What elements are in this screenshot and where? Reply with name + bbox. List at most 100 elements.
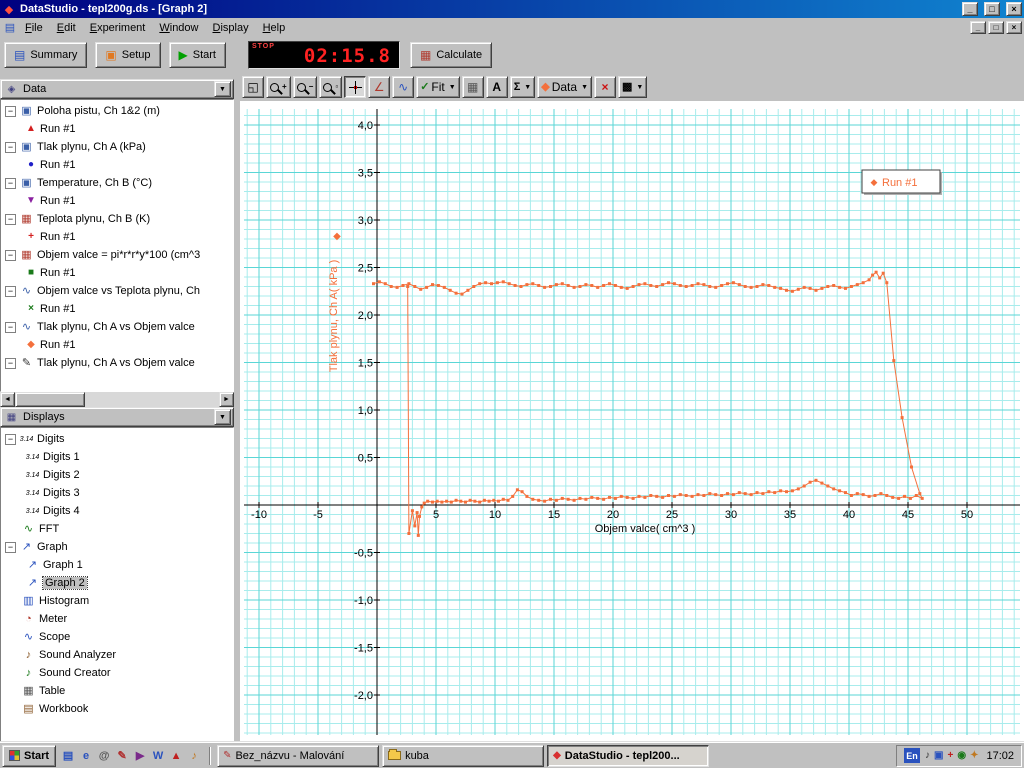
child-window-icon[interactable]: ▤ bbox=[2, 21, 18, 34]
display-tree-child-item[interactable]: ↗ Graph 2 bbox=[1, 574, 233, 592]
mdi-restore-button[interactable]: □ bbox=[988, 21, 1004, 34]
run-item[interactable]: ■ Run #1 bbox=[1, 264, 233, 282]
display-tree-child-item[interactable]: 3.14 Digits 4 bbox=[1, 502, 233, 520]
scheduler-icon[interactable]: ◉ bbox=[957, 750, 966, 761]
expand-collapse-box[interactable]: − bbox=[5, 285, 16, 297]
maximize-button[interactable]: □ bbox=[984, 2, 1000, 16]
music-icon[interactable]: ♪ bbox=[185, 746, 203, 766]
run-item[interactable]: ▲ Run #1 bbox=[1, 120, 233, 138]
menu-item-display[interactable]: Display bbox=[206, 20, 256, 36]
expand-collapse-box[interactable]: − bbox=[5, 105, 16, 117]
scrollbar-track[interactable] bbox=[85, 392, 219, 407]
y-axis-title[interactable]: Tlak plynu, Ch A( kPa ) bbox=[328, 260, 340, 373]
displays-panel-menu-button[interactable]: ▼ bbox=[214, 409, 231, 425]
keyboard-layout-indicator[interactable]: En bbox=[904, 748, 921, 763]
task-button[interactable]: ◆ DataStudio - tepl200... bbox=[547, 744, 710, 767]
display-tree-item[interactable]: ▦ Table bbox=[1, 682, 233, 700]
data-tree-item[interactable]: − ∿ Tlak plynu, Ch A vs Objem valce bbox=[1, 318, 233, 336]
run-item[interactable]: ◆ Run #1 bbox=[1, 336, 233, 354]
data-tree-item[interactable]: − ▣ Poloha pistu, Ch 1&2 (m) bbox=[1, 102, 233, 120]
messenger-icon[interactable]: ✦ bbox=[970, 750, 978, 761]
menu-item-help[interactable]: Help bbox=[256, 20, 293, 36]
slope-tool-button[interactable]: ∠ bbox=[368, 76, 391, 98]
task-button[interactable]: kuba bbox=[382, 744, 545, 767]
run-item[interactable]: ▼ Run #1 bbox=[1, 192, 233, 210]
data-tree-item[interactable]: − ∿ Objem valce vs Teplota plynu, Ch bbox=[1, 282, 233, 300]
expand-collapse-box[interactable]: − bbox=[5, 357, 16, 369]
display-tree-item[interactable]: ▥ Histogram bbox=[1, 592, 233, 610]
zoom-in-button[interactable]: + bbox=[266, 76, 291, 98]
display-tree-child-item[interactable]: 3.14 Digits 1 bbox=[1, 448, 233, 466]
expand-collapse-box[interactable]: − bbox=[5, 213, 16, 225]
desktop-icon[interactable]: ▤ bbox=[59, 746, 77, 766]
data-tree-item[interactable]: − ▣ Tlak plynu, Ch A (kPa) bbox=[1, 138, 233, 156]
run-item[interactable]: × Run #1 bbox=[1, 300, 233, 318]
data-panel-menu-button[interactable]: ▼ bbox=[214, 81, 231, 97]
display-tree-item[interactable]: ♪ Sound Analyzer bbox=[1, 646, 233, 664]
mdi-close-button[interactable]: × bbox=[1006, 21, 1022, 34]
mail-icon[interactable]: @ bbox=[95, 746, 113, 766]
zoom-select-button[interactable]: ▫ bbox=[319, 76, 343, 98]
taskbar-start-button[interactable]: Start bbox=[2, 744, 57, 767]
run-item[interactable]: ● Run #1 bbox=[1, 156, 233, 174]
display-tree-item[interactable]: ◔ Meter bbox=[1, 610, 233, 628]
display-tree-item[interactable]: ∿ Scope bbox=[1, 628, 233, 646]
scale-to-fit-button[interactable]: ◱ bbox=[242, 76, 264, 98]
data-tree-hscrollbar[interactable]: ◄ ► bbox=[0, 392, 234, 407]
display-tree-child-item[interactable]: 3.14 Digits 3 bbox=[1, 484, 233, 502]
mdi-minimize-button[interactable]: _ bbox=[970, 21, 986, 34]
close-button[interactable]: × bbox=[1006, 2, 1022, 16]
graph-plot[interactable]: -10 -5 5 10 15 20 25 30 35 40 45 50 -2,0 -1,5 -1,0 -0,5… bbox=[240, 101, 1024, 741]
menu-item-edit[interactable]: Edit bbox=[50, 20, 83, 36]
summary-button[interactable]: ▤ Summary bbox=[4, 42, 88, 68]
ie-icon[interactable]: e bbox=[77, 746, 95, 766]
graph-settings-button[interactable]: ▩ ▼ bbox=[618, 76, 648, 98]
smart-tool-button[interactable] bbox=[344, 76, 367, 98]
data-tree-item[interactable]: − ▦ Teplota plynu, Ch B (K) bbox=[1, 210, 233, 228]
calculator-button[interactable]: ▦ bbox=[461, 76, 484, 98]
data-tree-item[interactable]: − ✎ Tlak plynu, Ch A vs Objem valce bbox=[1, 354, 233, 372]
display-tree-child-item[interactable]: 3.14 Digits 2 bbox=[1, 466, 233, 484]
word-icon[interactable]: W bbox=[149, 746, 167, 766]
expand-collapse-box[interactable]: − bbox=[5, 433, 16, 445]
run-item[interactable]: + Run #1 bbox=[1, 228, 233, 246]
zoom-out-button[interactable]: − bbox=[292, 76, 318, 98]
fit-menu-button[interactable]: ✓ Fit ▼ bbox=[416, 76, 460, 98]
menu-item-window[interactable]: Window bbox=[152, 20, 205, 36]
expand-collapse-box[interactable]: − bbox=[5, 541, 16, 553]
text-tool-button[interactable]: A bbox=[485, 76, 508, 98]
display-tree-child-item[interactable]: ↗ Graph 1 bbox=[1, 556, 233, 574]
data-menu-button[interactable]: ◆ Data ▼ bbox=[537, 76, 592, 98]
display-tree-item[interactable]: ♪ Sound Creator bbox=[1, 664, 233, 682]
scroll-left-button[interactable]: ◄ bbox=[0, 392, 15, 407]
calculate-button[interactable]: ▦ Calculate bbox=[409, 42, 493, 68]
display-tree-item[interactable]: −3.14 Digits bbox=[1, 430, 233, 448]
menu-item-experiment[interactable]: Experiment bbox=[83, 20, 153, 36]
scrollbar-thumb[interactable] bbox=[15, 392, 85, 407]
data-tree-item[interactable]: − ▦ Objem valce = pi*r*r*y*100 (cm^3 bbox=[1, 246, 233, 264]
paint-icon[interactable]: ✎ bbox=[113, 746, 131, 766]
x-axis-title[interactable]: Objem valce( cm^3 ) bbox=[595, 523, 696, 535]
scroll-right-button[interactable]: ► bbox=[219, 392, 234, 407]
display-tree-item[interactable]: − ↗ Graph bbox=[1, 538, 233, 556]
delete-button[interactable]: × bbox=[594, 76, 616, 98]
task-button[interactable]: ✎ Bez_názvu - Malování bbox=[217, 744, 380, 767]
data-tree-item[interactable]: − ▣ Temperature, Ch B (°C) bbox=[1, 174, 233, 192]
media-player-icon[interactable]: ▶ bbox=[131, 746, 149, 766]
display-tree-item[interactable]: ∿ FFT bbox=[1, 520, 233, 538]
expand-collapse-box[interactable]: − bbox=[5, 321, 16, 333]
expand-collapse-box[interactable]: − bbox=[5, 141, 16, 153]
statistics-menu-button[interactable]: Σ ▼ bbox=[509, 76, 536, 98]
minimize-button[interactable]: _ bbox=[962, 2, 978, 16]
display-settings-icon[interactable]: ▣ bbox=[934, 750, 943, 761]
menu-item-file[interactable]: File bbox=[18, 20, 50, 36]
start-button[interactable]: ▶ Start bbox=[168, 42, 226, 68]
graph-plot-area[interactable]: -10 -5 5 10 15 20 25 30 35 40 45 50 -2,0 -1,5 -1,0 -0,5… bbox=[240, 101, 1024, 742]
expand-collapse-box[interactable]: − bbox=[5, 177, 16, 189]
antivirus-icon[interactable]: + bbox=[948, 750, 954, 761]
expand-collapse-box[interactable]: − bbox=[5, 249, 16, 261]
setup-button[interactable]: ▣ Setup bbox=[95, 42, 161, 68]
pdf-icon[interactable]: ▲ bbox=[167, 746, 185, 766]
display-tree-item[interactable]: ▤ Workbook bbox=[1, 700, 233, 718]
prediction-tool-button[interactable]: ∿ bbox=[392, 76, 415, 98]
